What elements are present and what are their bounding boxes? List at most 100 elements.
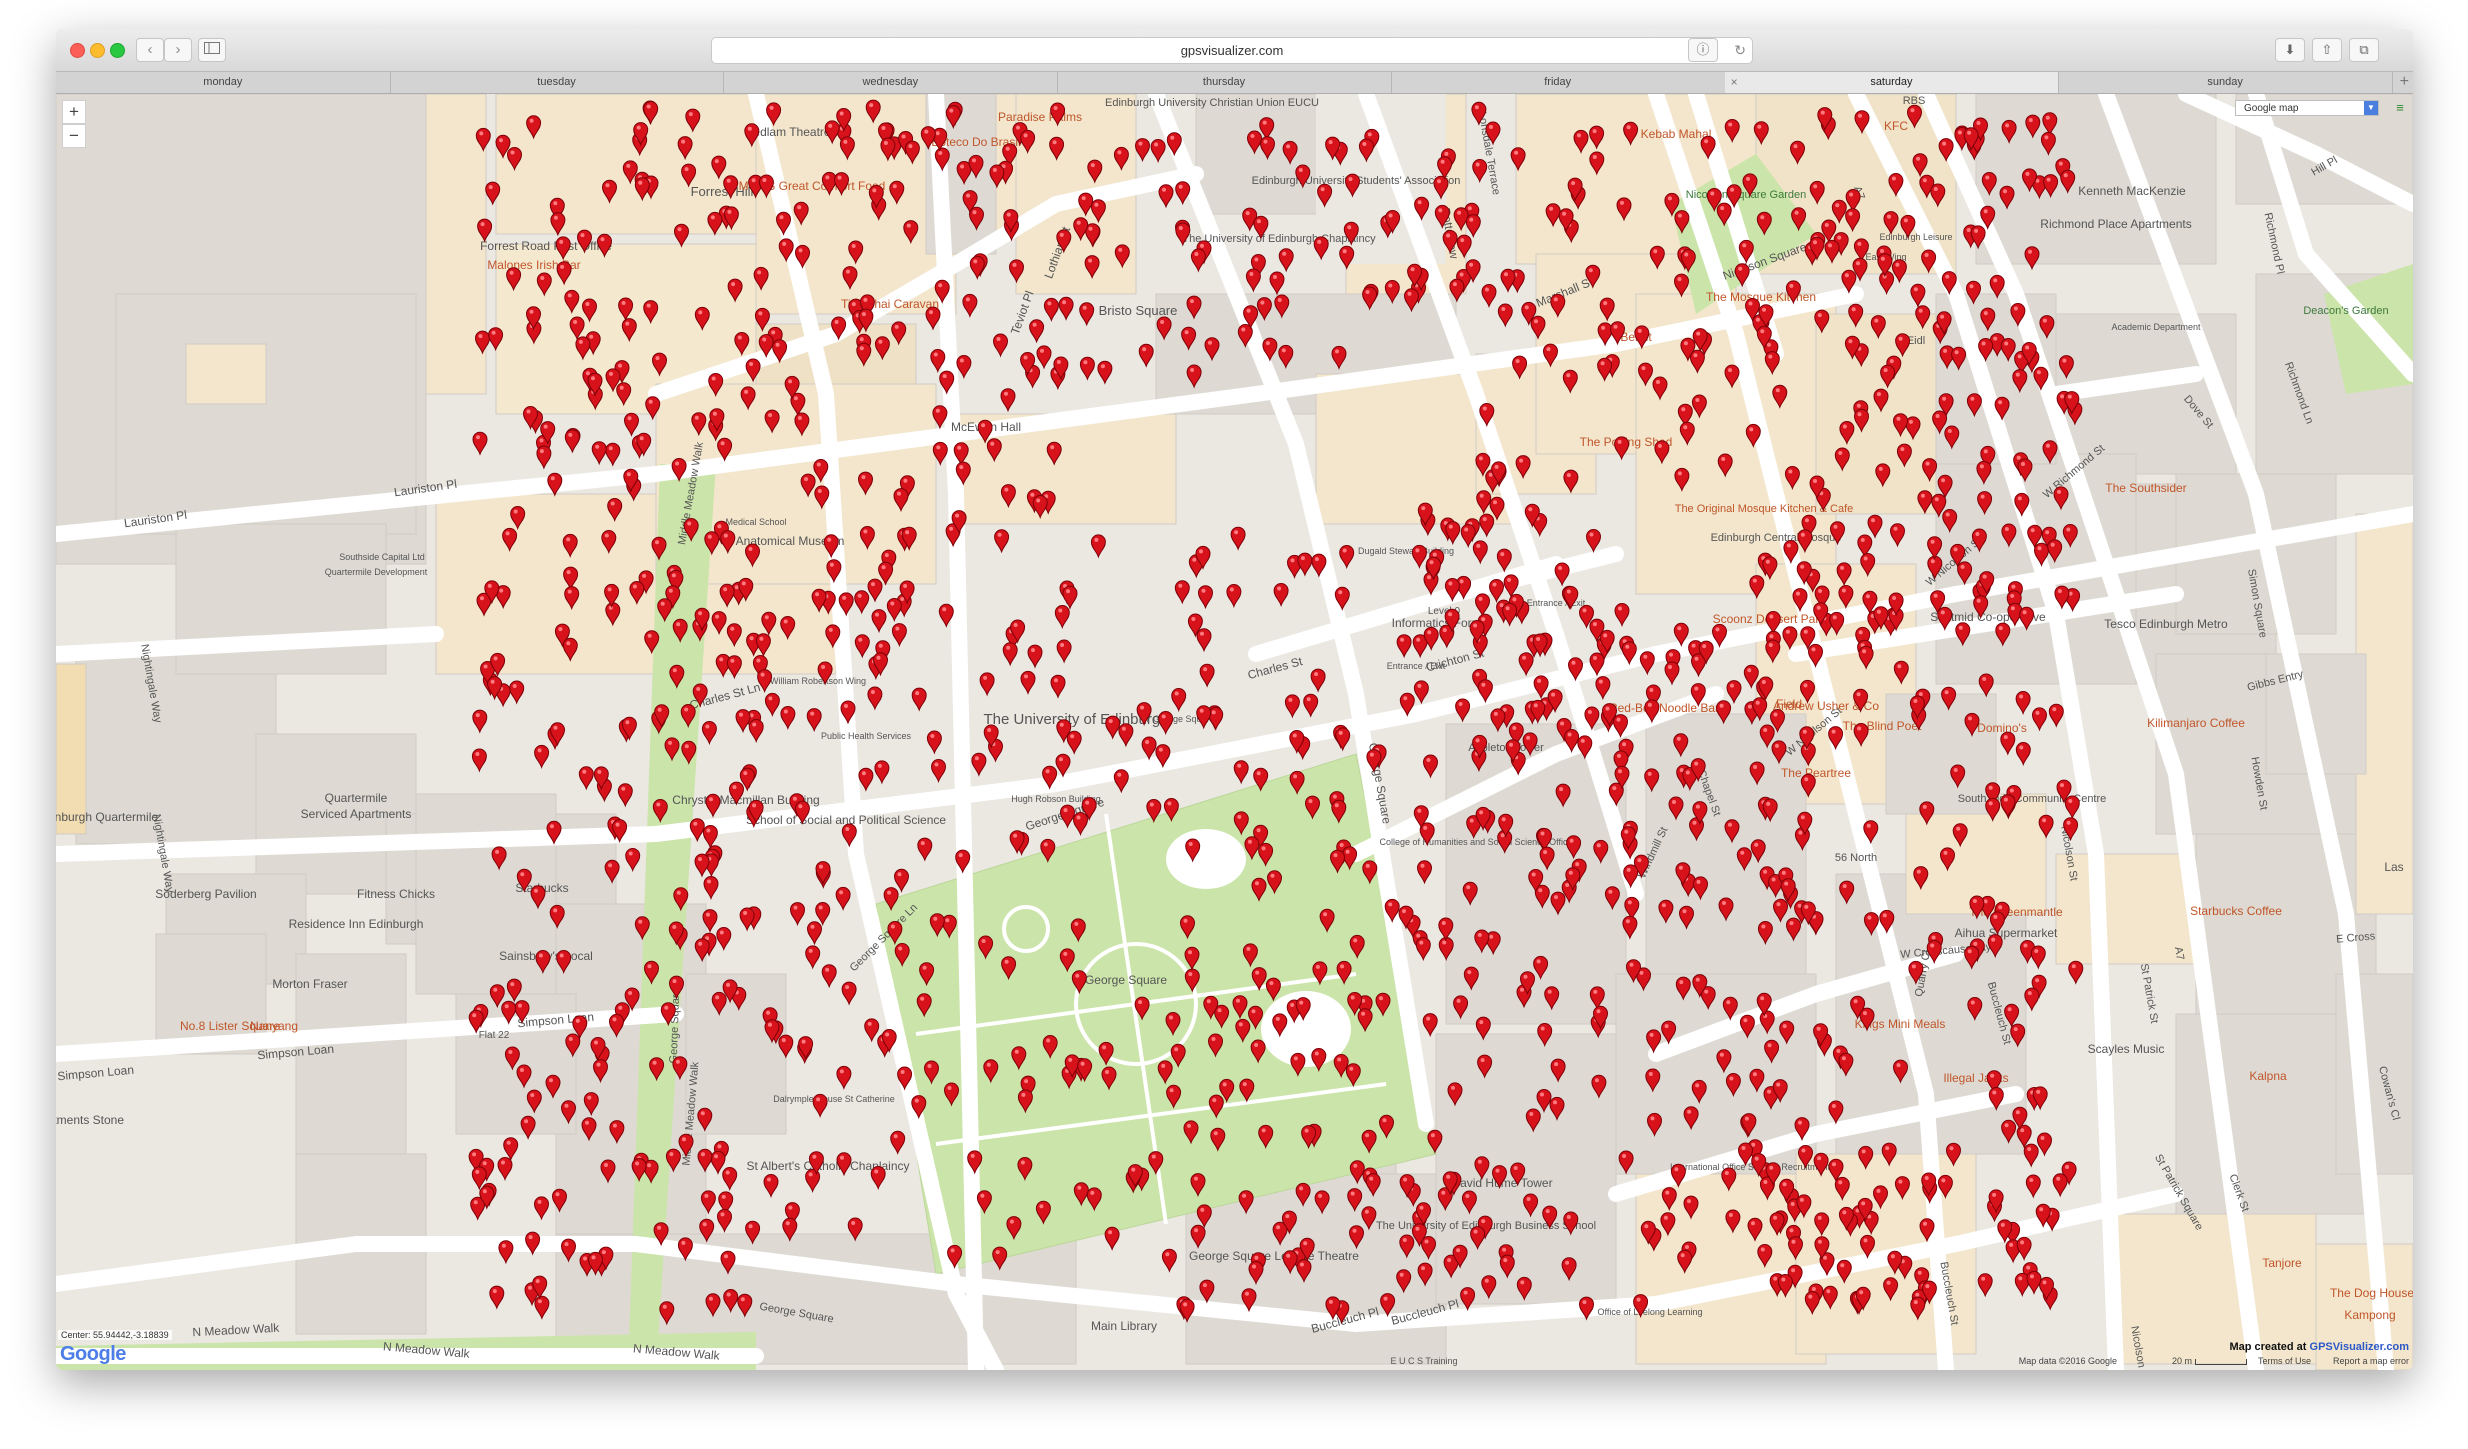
tab-label: monday (203, 76, 243, 88)
tab-friday[interactable]: friday (1391, 72, 1726, 93)
scale-label: 20 m (2171, 1356, 2192, 1366)
place-label: William Robertson Wing (770, 676, 866, 686)
minimize-window-button[interactable] (90, 43, 105, 58)
place-label: Kampong (2344, 1308, 2395, 1322)
place-label: Main Library (1091, 1319, 1157, 1333)
place-label: Academic Department (2111, 322, 2201, 332)
map-type-value: Google map (2244, 103, 2299, 114)
place-label: KFC (1884, 119, 1908, 133)
new-tab-button[interactable]: + (2400, 72, 2409, 92)
report-error-link[interactable]: Report a map error (2333, 1356, 2409, 1366)
place-label: Entrance / Exit (1527, 598, 1586, 608)
place-label: Tanjore (2262, 1256, 2302, 1270)
map-canvas[interactable]: Forrest HillLothian StTeviot Pl Bristo Sq… (56, 94, 2413, 1370)
place-label: Edinburgh University Christian Union EUC… (1105, 97, 1319, 109)
tabs-overview-icon[interactable]: ⧉ (2349, 38, 2379, 62)
map-type-select[interactable]: Google map ▼ (2235, 100, 2379, 116)
place-label: eGym Edinburgh Quartermile (56, 810, 158, 824)
map-attribution: Map data ©2016 Google (2018, 1356, 2117, 1366)
place-label: Edinburgh Central Mosque (1711, 532, 1842, 544)
share-icon[interactable]: ⇧ (2312, 38, 2342, 62)
tab-bar: monday tuesday wednesday thursday friday satu… (56, 72, 2413, 94)
map-view[interactable]: Forrest Hill Lothian St Teviot Pl Bristo Sq… (56, 94, 2413, 1370)
browser-window: ‹ › gpsvisualizer.com ↻ ⓘ ⬇ ⇧ ⧉ monday tu… (56, 29, 2413, 1370)
place-label: Starbucks Coffee (2190, 904, 2282, 918)
tab-sunday[interactable]: sunday (2058, 72, 2393, 93)
url-text: gpsvisualizer.com (1180, 43, 1284, 58)
title-bar: ‹ › gpsvisualizer.com ↻ ⓘ ⬇ ⇧ ⧉ (56, 29, 2413, 72)
place-label: Paradise Palms (998, 110, 1082, 124)
tab-tuesday[interactable]: tuesday (390, 72, 725, 93)
place-label: Serviced Apartments (301, 807, 412, 821)
tab-monday[interactable]: monday (56, 72, 391, 93)
tab-wednesday[interactable]: wednesday (723, 72, 1059, 93)
place-label: South Side Community Centre (1958, 793, 2107, 805)
place-label: Fitness Chicks (357, 887, 435, 901)
place-label: Forrest Road Post Office (480, 239, 612, 253)
tab-label: wednesday (862, 76, 919, 88)
place-label: Scayles Music (2088, 1042, 2165, 1056)
tab-label: tuesday (537, 76, 576, 88)
place-label: Southside Capital Ltd (339, 552, 425, 562)
center-coordinates: Center: 55.94442,-3.18839 (58, 1330, 172, 1340)
place-label: Tesco Edinburgh Metro (2104, 617, 2228, 631)
tab-thursday[interactable]: thursday (1057, 72, 1392, 93)
zoom-in-button[interactable]: + (62, 100, 86, 124)
place-label: Aihua Supermarket (1955, 926, 2058, 940)
maximize-window-button[interactable] (110, 43, 125, 58)
address-bar[interactable]: gpsvisualizer.com ↻ (711, 37, 1753, 64)
tab-saturday[interactable]: saturday × (1724, 72, 2060, 93)
place-label: Kilimanjaro Coffee (2147, 716, 2245, 730)
place-label: Apartments Stone (56, 1113, 124, 1127)
place-label: Public Health Services (821, 731, 912, 741)
place-label: Nanyang (250, 1019, 298, 1033)
download-icon[interactable]: ⬇ (2275, 38, 2305, 62)
place-label: Kenneth MacKenzie (2078, 184, 2186, 198)
place-label: Söderberg Pavilion (155, 887, 256, 901)
place-label: E U C S Training (1390, 1356, 1457, 1366)
back-button[interactable]: ‹ (136, 38, 164, 62)
chevron-down-icon: ▼ (2364, 101, 2378, 115)
reload-icon[interactable]: ↻ (1734, 38, 1746, 63)
place-label: Red-Box Noodle Bar (1609, 701, 1719, 715)
street-label: A7 (2172, 946, 2186, 961)
place-label: The Dog House (2330, 1286, 2413, 1300)
street-label: Bristo Square (1099, 303, 1178, 318)
place-label: Residence Inn Edinburgh (289, 917, 424, 931)
credit-site-link[interactable]: GPSVisualizer.com (2310, 1341, 2409, 1353)
scale-bar: 20 m (2172, 1356, 2247, 1366)
zoom-out-button[interactable]: − (62, 124, 86, 148)
terms-link[interactable]: Terms of Use (2258, 1356, 2311, 1366)
forward-button[interactable]: › (164, 38, 192, 62)
sidebar-icon (204, 42, 220, 54)
place-label: Medical School (725, 517, 786, 527)
close-tab-icon[interactable]: × (1731, 72, 1738, 93)
place-label: The Southsider (2105, 481, 2186, 495)
reader-icon[interactable]: ⓘ (1688, 38, 1718, 62)
map-credit[interactable]: Map created at GPSVisualizer.com (2229, 1341, 2409, 1353)
place-label: Dalrymple House St Catherine (773, 1094, 895, 1104)
sidebar-toggle-button[interactable] (198, 38, 226, 62)
layers-menu-icon[interactable]: ≡ (2393, 101, 2407, 114)
place-label: Nicolson Square Garden (1686, 189, 1806, 201)
place-label: 56 North (1835, 852, 1877, 864)
place-label: Flat 22 (479, 1030, 510, 1041)
place-label: Kalpna (2249, 1069, 2287, 1083)
place-label: Entrance / Exit (1387, 661, 1446, 671)
close-window-button[interactable] (70, 43, 85, 58)
place-label: Las (2384, 860, 2403, 874)
place-label: Office of Lifelong Learning (1598, 1307, 1703, 1317)
credit-prefix: Map created at (2229, 1341, 2310, 1353)
place-label: The Peartree (1781, 766, 1851, 780)
tab-label: thursday (1202, 76, 1246, 88)
tab-label: sunday (2207, 76, 2243, 88)
place-label: Morton Fraser (272, 977, 347, 991)
place-label: Kebab Mahal (1641, 127, 1712, 141)
place-label: Quartermile Development (325, 567, 428, 577)
place-label: Edinburgh Leisure (1879, 232, 1952, 242)
google-logo: Google (60, 1343, 126, 1365)
place-label: George Square (1085, 973, 1167, 987)
place-label: Richmond Place Apartments (2040, 217, 2191, 231)
place-label: Deacon's Garden (2303, 305, 2388, 317)
tab-label: friday (1544, 76, 1572, 88)
